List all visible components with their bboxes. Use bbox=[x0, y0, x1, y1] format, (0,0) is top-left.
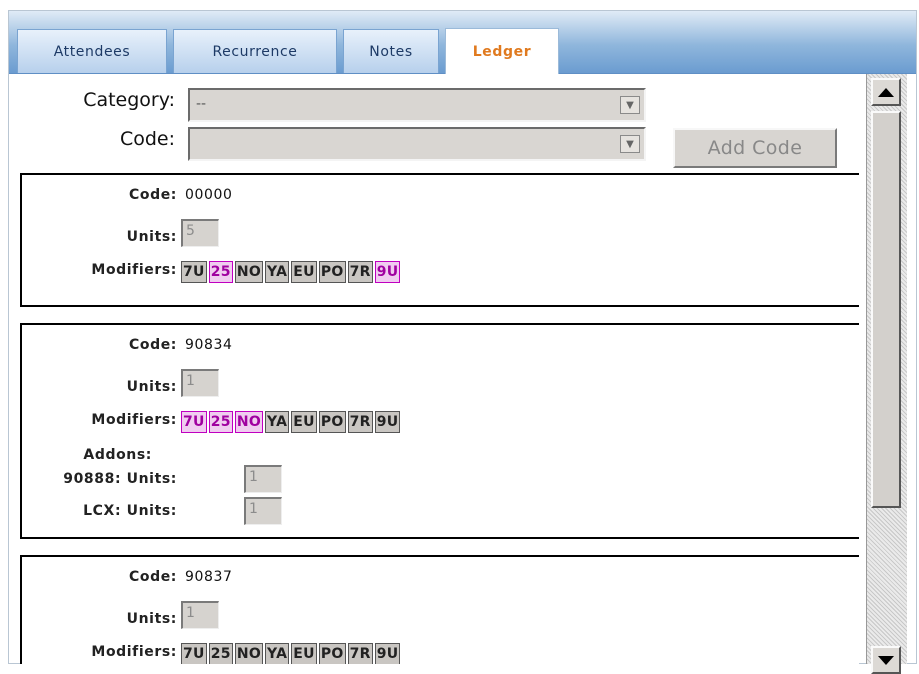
chevron-down-icon[interactable]: ▼ bbox=[620, 135, 640, 153]
modifier-toggle[interactable]: NO bbox=[234, 643, 264, 664]
units-key: Units: bbox=[126, 379, 177, 395]
vertical-scrollbar[interactable] bbox=[866, 74, 907, 674]
arrow-down-icon bbox=[878, 655, 894, 665]
ledger-entry: Code: 90837 Units: 1 Modifiers: 7U 25 NO YA… bbox=[20, 555, 859, 664]
tab-label: Notes bbox=[369, 43, 413, 60]
entry-code-value: 00000 bbox=[185, 187, 233, 203]
modifiers-key: Modifiers: bbox=[91, 262, 177, 278]
modifier-toggle[interactable]: 7R bbox=[347, 261, 373, 283]
code-label: Code: bbox=[119, 128, 175, 150]
entry-code-value: 90834 bbox=[185, 337, 233, 353]
modifier-toggle[interactable]: 7R bbox=[347, 643, 373, 664]
modifier-toggle[interactable]: YA bbox=[265, 261, 290, 283]
modifier-toggle[interactable]: PO bbox=[318, 643, 346, 664]
modifier-list: 7U 25 NO YA EU PO 7R 9U bbox=[181, 261, 402, 283]
tab-label: Attendees bbox=[53, 43, 131, 60]
addon-units-input[interactable]: 1 bbox=[244, 465, 282, 493]
modifier-toggle[interactable]: 7U bbox=[181, 411, 207, 433]
units-key: Units: bbox=[126, 611, 177, 627]
entry-code-value: 90837 bbox=[185, 569, 233, 585]
chevron-down-icon[interactable]: ▼ bbox=[620, 96, 640, 114]
category-select-value: -- bbox=[196, 96, 207, 112]
modifier-toggle[interactable]: NO bbox=[234, 261, 264, 283]
modifier-toggle[interactable]: 25 bbox=[208, 261, 233, 283]
units-input[interactable]: 1 bbox=[181, 601, 219, 629]
scroll-thumb[interactable] bbox=[871, 111, 901, 508]
modifier-toggle[interactable]: 7U bbox=[181, 643, 207, 664]
tab-recurrence[interactable]: Recurrence bbox=[173, 29, 337, 73]
code-select[interactable]: ▼ bbox=[188, 127, 646, 161]
code-key: Code: bbox=[128, 337, 177, 353]
modifier-toggle[interactable]: PO bbox=[318, 411, 346, 433]
modifier-toggle[interactable]: YA bbox=[265, 411, 290, 433]
modifier-toggle[interactable]: NO bbox=[234, 411, 264, 433]
modifier-toggle[interactable]: PO bbox=[318, 261, 346, 283]
modifier-toggle[interactable]: 9U bbox=[374, 643, 401, 664]
tab-bar: Attendees Recurrence Notes Ledger bbox=[9, 11, 916, 74]
modifier-list: 7U 25 NO YA EU PO 7R 9U bbox=[181, 643, 402, 664]
scroll-down-button[interactable] bbox=[871, 646, 901, 674]
code-key: Code: bbox=[128, 187, 177, 203]
arrow-up-icon bbox=[878, 87, 894, 97]
scroll-up-button[interactable] bbox=[871, 78, 901, 106]
modifier-toggle[interactable]: 25 bbox=[208, 643, 233, 664]
modifier-list: 7U 25 NO YA EU PO 7R 9U bbox=[181, 411, 402, 433]
modifier-toggle[interactable]: 7R bbox=[347, 411, 373, 433]
modifier-toggle[interactable]: 25 bbox=[208, 411, 233, 433]
add-code-button[interactable]: Add Code bbox=[673, 128, 837, 168]
ledger-content: Category: -- ▼ Code: ▼ Add Code Code: 00… bbox=[9, 74, 859, 664]
modifiers-key: Modifiers: bbox=[91, 412, 177, 428]
addon-units-input[interactable]: 1 bbox=[244, 497, 282, 525]
modifier-toggle[interactable]: EU bbox=[291, 643, 317, 664]
ledger-panel: Attendees Recurrence Notes Ledger Catego… bbox=[8, 10, 917, 674]
tab-notes[interactable]: Notes bbox=[343, 29, 439, 73]
ledger-entry: Code: 90834 Units: 1 Modifiers: 7U 25 NO YA… bbox=[20, 323, 859, 539]
tab-label: Ledger bbox=[472, 43, 532, 60]
units-input[interactable]: 5 bbox=[181, 219, 219, 247]
modifier-toggle[interactable]: 9U bbox=[374, 411, 401, 433]
addon-code: LCX: Units: bbox=[83, 503, 177, 519]
code-key: Code: bbox=[128, 569, 177, 585]
tab-label: Recurrence bbox=[212, 43, 298, 60]
modifier-toggle[interactable]: YA bbox=[265, 643, 290, 664]
modifier-toggle[interactable]: 9U bbox=[374, 261, 401, 283]
ledger-entry: Code: 00000 Units: 5 Modifiers: 7U 25 NO YA… bbox=[20, 173, 859, 307]
modifiers-key: Modifiers: bbox=[91, 644, 177, 660]
addons-key: Addons: bbox=[83, 447, 152, 463]
modifier-toggle[interactable]: EU bbox=[291, 411, 317, 433]
modifier-toggle[interactable]: EU bbox=[291, 261, 317, 283]
units-input[interactable]: 1 bbox=[181, 369, 219, 397]
modifier-toggle[interactable]: 7U bbox=[181, 261, 207, 283]
tab-ledger[interactable]: Ledger bbox=[445, 28, 559, 74]
units-key: Units: bbox=[126, 229, 177, 245]
tab-attendees[interactable]: Attendees bbox=[17, 29, 167, 73]
category-label: Category: bbox=[83, 89, 175, 111]
category-select[interactable]: -- ▼ bbox=[188, 88, 646, 122]
addon-code: 90888: Units: bbox=[63, 471, 177, 487]
